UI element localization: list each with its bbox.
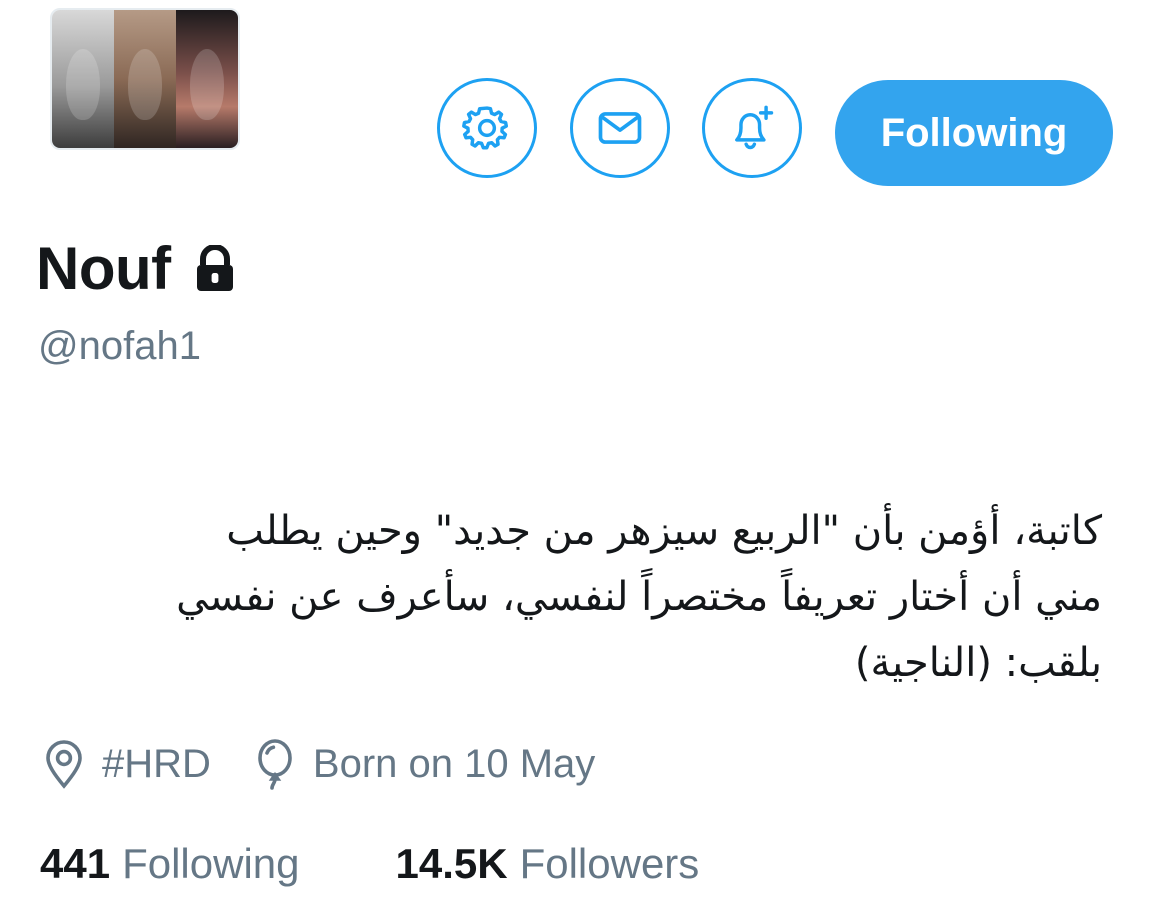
profile-stats: 441 Following 14.5K Followers [40, 840, 795, 888]
bio-line: بلقب: (الناجية) [854, 640, 1102, 686]
following-stat[interactable]: 441 Following [40, 840, 300, 888]
settings-button[interactable] [437, 78, 537, 178]
location-item: #HRD [40, 738, 211, 790]
balloon-icon [258, 739, 292, 790]
followers-label: Followers [519, 840, 700, 887]
gear-icon [462, 106, 509, 150]
profile-name-row: Nouf [36, 234, 237, 303]
followers-stat[interactable]: 14.5K Followers [396, 840, 700, 888]
profile-meta: #HRD Born on 10 May [40, 738, 635, 790]
bio-line: كاتبة، أؤمن بأن "الربيع سيزهر من جديد" و… [226, 508, 1102, 554]
following-button[interactable]: Following [835, 80, 1113, 186]
bell-plus-icon [735, 105, 774, 150]
birthday-item: Born on 10 May [251, 738, 595, 790]
message-button[interactable] [570, 78, 670, 178]
avatar-photo-1 [52, 10, 114, 148]
lock-icon [196, 244, 233, 291]
followers-count: 14.5K [395, 840, 508, 887]
envelope-icon [598, 112, 642, 144]
profile-avatar[interactable] [50, 8, 240, 150]
profile-bio: كاتبة، أؤمن بأن "الربيع سيزهر من جديد" و… [36, 498, 1102, 696]
display-name: Nouf [36, 235, 171, 302]
following-count: 441 [40, 840, 111, 887]
birthday-text: Born on 10 May [312, 741, 596, 786]
bio-line: مني أن أختار تعريفاً مختصراً لنفسي، سأعر… [176, 574, 1102, 620]
location-link[interactable]: #HRD [102, 742, 211, 787]
location-pin-icon [46, 740, 82, 789]
profile-handle: @nofah1 [38, 324, 201, 368]
notifications-button[interactable] [702, 78, 802, 178]
avatar-photo-3 [176, 10, 238, 148]
avatar-photo-2 [114, 10, 176, 148]
following-label: Following [122, 840, 300, 887]
